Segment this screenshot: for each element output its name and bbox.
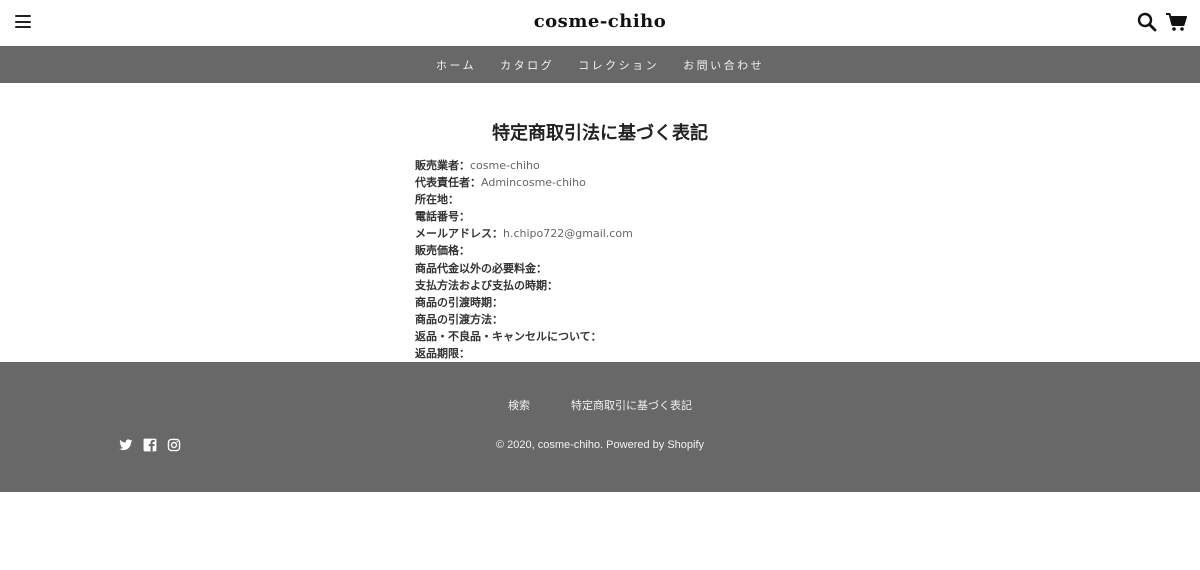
instagram-icon[interactable] — [167, 438, 181, 452]
search-icon[interactable] — [1137, 12, 1157, 32]
facebook-icon[interactable] — [143, 438, 157, 452]
info-label: 販売業者： — [415, 159, 470, 172]
info-row-return-deadline: 返品期限： — [415, 345, 835, 362]
nav-item-home[interactable]: ホーム — [436, 57, 476, 73]
nav-item-collections[interactable]: コレクション — [578, 57, 659, 73]
info-label: 返品期限： — [415, 347, 470, 361]
site-logo[interactable]: cosme-chiho — [534, 11, 667, 32]
info-value: h.chipo722@gmail.com — [503, 227, 633, 241]
site-header: cosme-chiho — [0, 0, 1200, 46]
info-label: 所在地： — [415, 193, 459, 207]
info-row-seller: 販売業者：cosme-chiho — [415, 157, 835, 174]
footer-link-search[interactable]: 検索 — [508, 399, 530, 412]
info-row-email: メールアドレス：h.chipo722@gmail.com — [415, 225, 835, 242]
info-row-payment: 支払方法および支払の時期： — [415, 277, 835, 294]
info-label: 販売価格： — [415, 244, 470, 258]
site-logo-wrapper: cosme-chiho — [0, 11, 1200, 32]
info-label: 電話番号： — [415, 210, 470, 224]
page-title: 特定商取引法に基づく表記 — [492, 123, 708, 144]
info-label: 代表責任者： — [415, 176, 481, 190]
info-row-price: 販売価格： — [415, 242, 835, 259]
info-row-delivery-method: 商品の引渡方法： — [415, 311, 835, 328]
info-label: メールアドレス： — [415, 227, 503, 241]
nav-item-contact[interactable]: お問い合わせ — [683, 57, 764, 73]
info-label: 商品の引渡時期： — [415, 295, 503, 309]
twitter-icon[interactable] — [119, 438, 133, 452]
main-nav: ホーム カタログ コレクション お問い合わせ — [0, 46, 1200, 83]
social-links — [119, 438, 191, 452]
info-row-address: 所在地： — [415, 191, 835, 208]
info-label: 返品・不良品・キャンセルについて： — [415, 329, 602, 343]
info-row-delivery-time: 商品の引渡時期： — [415, 294, 835, 311]
info-row-representative: 代表責任者：Admincosme-chiho — [415, 174, 835, 191]
info-row-phone: 電話番号： — [415, 208, 835, 225]
hamburger-menu-icon[interactable] — [15, 15, 31, 29]
info-value: cosme-chiho — [470, 159, 540, 172]
nav-item-catalog[interactable]: カタログ — [500, 57, 554, 73]
legal-info-list: 販売業者：cosme-chiho 代表責任者：Admincosme-chiho … — [415, 157, 835, 362]
copyright-text: © 2020, cosme-chiho. Powered by Shopify — [495, 439, 705, 451]
info-row-extra-fees: 商品代金以外の必要料金： — [415, 260, 835, 277]
info-label: 支払方法および支払の時期： — [415, 278, 558, 292]
site-footer: 検索 特定商取引に基づく表記 © 2020, cosme-chiho. Powe… — [0, 362, 1200, 492]
footer-links: 検索 特定商取引に基づく表記 — [0, 394, 1200, 413]
info-label: 商品の引渡方法： — [415, 312, 503, 326]
info-value: Admincosme-chiho — [481, 176, 586, 190]
info-label: 商品代金以外の必要料金： — [415, 261, 547, 275]
info-row-returns: 返品・不良品・キャンセルについて： — [415, 328, 835, 345]
footer-link-legal[interactable]: 特定商取引に基づく表記 — [571, 399, 692, 412]
cart-icon[interactable] — [1165, 12, 1187, 32]
